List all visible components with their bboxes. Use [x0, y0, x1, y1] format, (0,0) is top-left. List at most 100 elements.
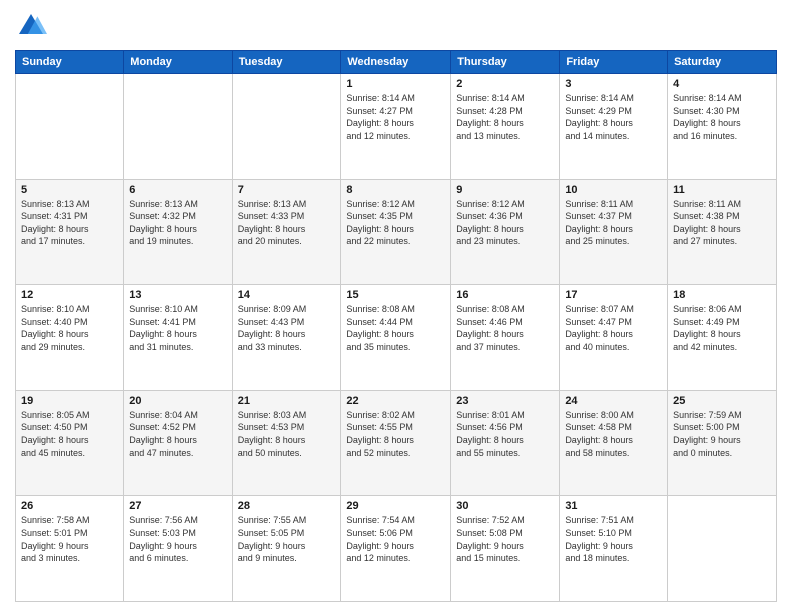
- calendar-cell: 30 Sunrise: 7:52 AM Sunset: 5:08 PM Dayli…: [451, 496, 560, 602]
- week-row-3: 19 Sunrise: 8:05 AM Sunset: 4:50 PM Dayli…: [16, 390, 777, 496]
- day-info: Sunrise: 8:13 AM Sunset: 4:32 PM Dayligh…: [129, 198, 226, 248]
- day-info: Sunrise: 8:13 AM Sunset: 4:31 PM Dayligh…: [21, 198, 118, 248]
- calendar-cell: 26 Sunrise: 7:58 AM Sunset: 5:01 PM Dayli…: [16, 496, 124, 602]
- day-info: Sunrise: 8:03 AM Sunset: 4:53 PM Dayligh…: [238, 409, 336, 459]
- header-day-tuesday: Tuesday: [232, 51, 341, 74]
- calendar-cell: 16 Sunrise: 8:08 AM Sunset: 4:46 PM Dayli…: [451, 285, 560, 391]
- header-day-friday: Friday: [560, 51, 668, 74]
- calendar-cell: 15 Sunrise: 8:08 AM Sunset: 4:44 PM Dayli…: [341, 285, 451, 391]
- calendar-cell: 6 Sunrise: 8:13 AM Sunset: 4:32 PM Daylig…: [124, 179, 232, 285]
- day-info: Sunrise: 7:55 AM Sunset: 5:05 PM Dayligh…: [238, 514, 336, 564]
- day-info: Sunrise: 8:06 AM Sunset: 4:49 PM Dayligh…: [673, 303, 771, 353]
- day-info: Sunrise: 8:09 AM Sunset: 4:43 PM Dayligh…: [238, 303, 336, 353]
- day-info: Sunrise: 8:14 AM Sunset: 4:30 PM Dayligh…: [673, 92, 771, 142]
- day-number: 26: [21, 500, 118, 512]
- day-number: 9: [456, 184, 554, 196]
- calendar-cell: 8Sunrise: 8:12 AM Sunset: 4:35 PM Daylig…: [341, 179, 451, 285]
- calendar-cell: 23 Sunrise: 8:01 AM Sunset: 4:56 PM Dayli…: [451, 390, 560, 496]
- day-number: 17: [565, 289, 662, 301]
- day-info: Sunrise: 8:10 AM Sunset: 4:40 PM Dayligh…: [21, 303, 118, 353]
- day-number: 27: [129, 500, 226, 512]
- day-number: 24: [565, 395, 662, 407]
- calendar-cell: 28 Sunrise: 7:55 AM Sunset: 5:05 PM Dayli…: [232, 496, 341, 602]
- calendar-cell: 29 Sunrise: 7:54 AM Sunset: 5:06 PM Dayli…: [341, 496, 451, 602]
- day-number: 8: [346, 184, 445, 196]
- day-info: Sunrise: 8:01 AM Sunset: 4:56 PM Dayligh…: [456, 409, 554, 459]
- calendar-cell: [124, 74, 232, 180]
- calendar-cell: 20Sunrise: 8:04 AM Sunset: 4:52 PM Dayli…: [124, 390, 232, 496]
- day-info: Sunrise: 8:08 AM Sunset: 4:46 PM Dayligh…: [456, 303, 554, 353]
- calendar-cell: 19 Sunrise: 8:05 AM Sunset: 4:50 PM Dayli…: [16, 390, 124, 496]
- header-day-monday: Monday: [124, 51, 232, 74]
- day-info: Sunrise: 8:10 AM Sunset: 4:41 PM Dayligh…: [129, 303, 226, 353]
- calendar-cell: 12 Sunrise: 8:10 AM Sunset: 4:40 PM Dayli…: [16, 285, 124, 391]
- day-info: Sunrise: 7:54 AM Sunset: 5:06 PM Dayligh…: [346, 514, 445, 564]
- calendar-cell: 11 Sunrise: 8:11 AM Sunset: 4:38 PM Dayli…: [668, 179, 777, 285]
- day-number: 6: [129, 184, 226, 196]
- day-info: Sunrise: 8:14 AM Sunset: 4:29 PM Dayligh…: [565, 92, 662, 142]
- day-info: Sunrise: 8:11 AM Sunset: 4:37 PM Dayligh…: [565, 198, 662, 248]
- calendar-cell: 1 Sunrise: 8:14 AM Sunset: 4:27 PM Daylig…: [341, 74, 451, 180]
- day-number: 30: [456, 500, 554, 512]
- calendar-cell: 27 Sunrise: 7:56 AM Sunset: 5:03 PM Dayli…: [124, 496, 232, 602]
- day-info: Sunrise: 8:07 AM Sunset: 4:47 PM Dayligh…: [565, 303, 662, 353]
- header-day-thursday: Thursday: [451, 51, 560, 74]
- day-info: Sunrise: 8:14 AM Sunset: 4:27 PM Dayligh…: [346, 92, 445, 142]
- day-number: 12: [21, 289, 118, 301]
- day-number: 5: [21, 184, 118, 196]
- day-info: Sunrise: 8:05 AM Sunset: 4:50 PM Dayligh…: [21, 409, 118, 459]
- logo-icon: [15, 10, 47, 42]
- calendar-cell: [232, 74, 341, 180]
- calendar-cell: 21 Sunrise: 8:03 AM Sunset: 4:53 PM Dayli…: [232, 390, 341, 496]
- logo: [15, 10, 51, 42]
- calendar-cell: 3 Sunrise: 8:14 AM Sunset: 4:29 PM Daylig…: [560, 74, 668, 180]
- calendar-cell: 17 Sunrise: 8:07 AM Sunset: 4:47 PM Dayli…: [560, 285, 668, 391]
- day-info: Sunrise: 8:12 AM Sunset: 4:36 PM Dayligh…: [456, 198, 554, 248]
- day-info: Sunrise: 7:56 AM Sunset: 5:03 PM Dayligh…: [129, 514, 226, 564]
- day-number: 2: [456, 78, 554, 90]
- day-info: Sunrise: 8:14 AM Sunset: 4:28 PM Dayligh…: [456, 92, 554, 142]
- day-number: 15: [346, 289, 445, 301]
- calendar-page: SundayMondayTuesdayWednesdayThursdayFrid…: [0, 0, 792, 612]
- day-info: Sunrise: 7:52 AM Sunset: 5:08 PM Dayligh…: [456, 514, 554, 564]
- day-info: Sunrise: 7:58 AM Sunset: 5:01 PM Dayligh…: [21, 514, 118, 564]
- day-number: 21: [238, 395, 336, 407]
- calendar-cell: [16, 74, 124, 180]
- calendar-cell: [668, 496, 777, 602]
- day-number: 3: [565, 78, 662, 90]
- day-info: Sunrise: 8:00 AM Sunset: 4:58 PM Dayligh…: [565, 409, 662, 459]
- calendar-cell: 7Sunrise: 8:13 AM Sunset: 4:33 PM Daylig…: [232, 179, 341, 285]
- header-day-sunday: Sunday: [16, 51, 124, 74]
- day-info: Sunrise: 8:13 AM Sunset: 4:33 PM Dayligh…: [238, 198, 336, 248]
- day-number: 4: [673, 78, 771, 90]
- calendar-cell: 10 Sunrise: 8:11 AM Sunset: 4:37 PM Dayli…: [560, 179, 668, 285]
- calendar-cell: 24 Sunrise: 8:00 AM Sunset: 4:58 PM Dayli…: [560, 390, 668, 496]
- day-number: 29: [346, 500, 445, 512]
- day-number: 20: [129, 395, 226, 407]
- week-row-4: 26 Sunrise: 7:58 AM Sunset: 5:01 PM Dayli…: [16, 496, 777, 602]
- calendar-cell: 4 Sunrise: 8:14 AM Sunset: 4:30 PM Daylig…: [668, 74, 777, 180]
- day-info: Sunrise: 8:02 AM Sunset: 4:55 PM Dayligh…: [346, 409, 445, 459]
- day-number: 11: [673, 184, 771, 196]
- day-number: 23: [456, 395, 554, 407]
- day-number: 19: [21, 395, 118, 407]
- day-number: 1: [346, 78, 445, 90]
- day-number: 10: [565, 184, 662, 196]
- day-number: 22: [346, 395, 445, 407]
- day-number: 14: [238, 289, 336, 301]
- header-day-wednesday: Wednesday: [341, 51, 451, 74]
- day-number: 16: [456, 289, 554, 301]
- calendar-cell: 9 Sunrise: 8:12 AM Sunset: 4:36 PM Daylig…: [451, 179, 560, 285]
- day-info: Sunrise: 7:59 AM Sunset: 5:00 PM Dayligh…: [673, 409, 771, 459]
- day-number: 31: [565, 500, 662, 512]
- calendar-cell: 14 Sunrise: 8:09 AM Sunset: 4:43 PM Dayli…: [232, 285, 341, 391]
- week-row-0: 1 Sunrise: 8:14 AM Sunset: 4:27 PM Daylig…: [16, 74, 777, 180]
- calendar-cell: 5 Sunrise: 8:13 AM Sunset: 4:31 PM Daylig…: [16, 179, 124, 285]
- header: [15, 10, 777, 42]
- day-info: Sunrise: 7:51 AM Sunset: 5:10 PM Dayligh…: [565, 514, 662, 564]
- day-number: 28: [238, 500, 336, 512]
- day-info: Sunrise: 8:11 AM Sunset: 4:38 PM Dayligh…: [673, 198, 771, 248]
- header-row: SundayMondayTuesdayWednesdayThursdayFrid…: [16, 51, 777, 74]
- day-info: Sunrise: 8:08 AM Sunset: 4:44 PM Dayligh…: [346, 303, 445, 353]
- calendar-cell: 2 Sunrise: 8:14 AM Sunset: 4:28 PM Daylig…: [451, 74, 560, 180]
